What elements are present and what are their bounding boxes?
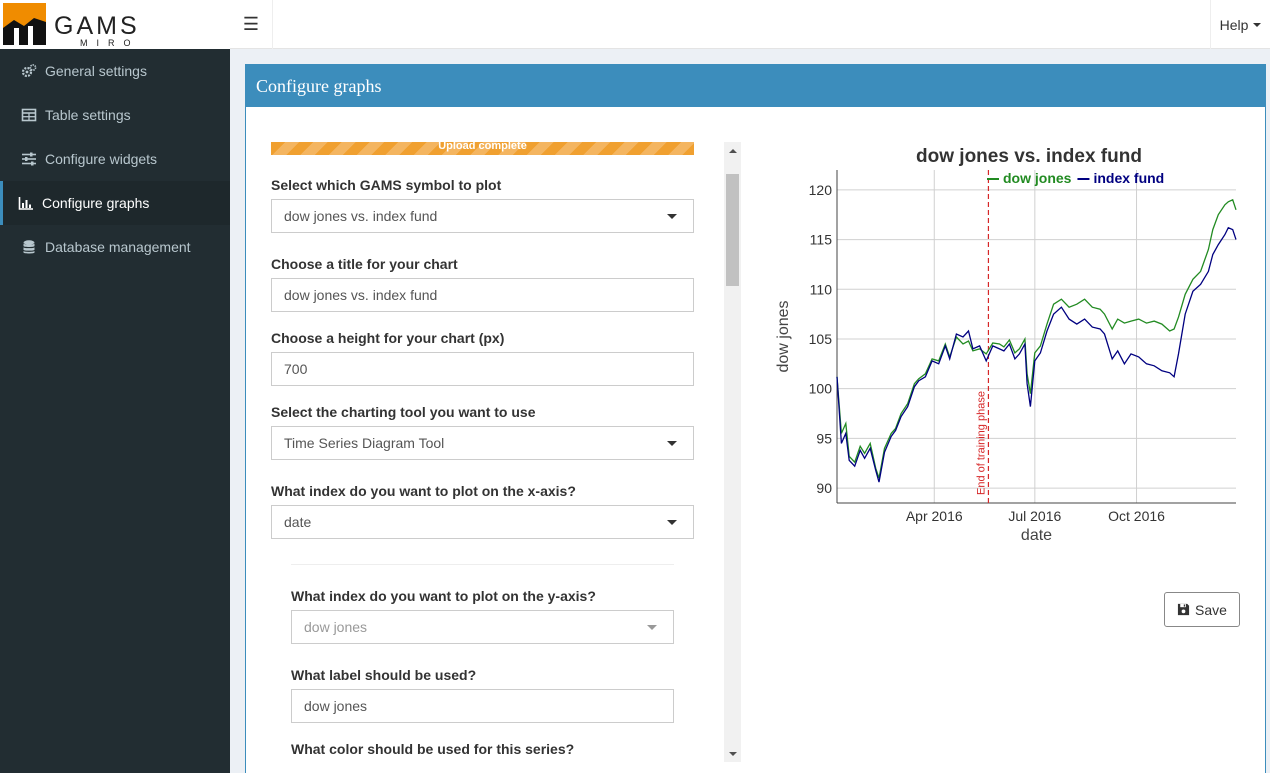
section-divider [291,564,674,565]
help-label: Help [1219,16,1249,33]
x-tick-label: Apr 2016 [906,508,963,524]
configure-graphs-box: Configure graphs Upload complete Select … [245,64,1266,773]
y-tick-label: 95 [816,430,832,446]
form-scrollbar[interactable] [724,142,741,762]
symbol-select[interactable]: dow jones vs. index fund [271,199,694,233]
top-navbar: ☰ Help [230,0,1270,49]
chart-title-input[interactable]: dow jones vs. index fund [271,278,694,312]
floppy-disk-icon [1177,603,1190,616]
series-label-input-value: dow jones [304,698,368,714]
graph-options-form[interactable]: Upload complete Select which GAMS symbol… [271,142,741,762]
y-tick-label: 120 [809,182,833,198]
chart-preview: 90 95 100 105 110 115 120 Apr 2016 Jul 2016 Oct 2… [771,142,1251,562]
chart-title-input-value: dow jones vs. index fund [284,287,438,303]
yaxis-select[interactable]: dow jones [291,610,674,644]
yaxis-label: What index do you want to plot on the y-… [291,588,596,604]
sidebar-item-configure-graphs[interactable]: Configure graphs [0,181,230,225]
charting-tool-select[interactable]: Time Series Diagram Tool [271,426,694,460]
table-icon [21,107,37,123]
sliders-icon [21,151,37,167]
y-tick-label: 100 [809,381,833,397]
upload-progress-bar: Upload complete [271,142,694,155]
help-menu[interactable]: Help [1210,0,1270,49]
charting-tool-label: Select the charting tool you want to use [271,404,536,420]
symbol-label: Select which GAMS symbol to plot [271,177,502,193]
sidebar-item-database-management[interactable]: Database management [0,225,230,269]
symbol-select-value: dow jones vs. index fund [284,208,438,224]
sidebar-item-general-settings[interactable]: General settings [0,49,230,93]
y-tick-label: 110 [810,281,833,297]
x-axis-title: date [1021,527,1052,544]
legend-label-0: dow jones [1003,170,1072,186]
y-tick-label: 90 [816,480,832,496]
sidebar-item-table-settings[interactable]: Table settings [0,93,230,137]
chart-height-input[interactable]: 700 [271,352,694,386]
chart-title: dow jones vs. index fund [916,146,1142,167]
x-tick-label: Jul 2016 [1008,508,1061,524]
save-button-label: Save [1195,601,1227,618]
sidebar: General settings Table settings Configur… [0,49,230,773]
chart-title-label: Choose a title for your chart [271,256,458,272]
chart-height-label: Choose a height for your chart (px) [271,330,505,346]
scroll-up-arrow-icon[interactable] [724,142,741,159]
series-color-label: What color should be used for this serie… [291,741,575,757]
caret-down-icon [667,214,677,219]
series-label-label: What label should be used? [291,667,477,683]
sidebar-item-configure-widgets[interactable]: Configure widgets [0,137,230,181]
upload-status-text: Upload complete [438,142,527,152]
xaxis-select[interactable]: date [271,505,694,539]
caret-down-icon [667,520,677,525]
caret-down-icon [1253,22,1262,27]
chart-height-input-value: 700 [284,361,308,377]
caret-down-icon [647,625,657,630]
y-tick-label: 115 [810,232,833,248]
sidebar-item-label: Table settings [45,107,131,123]
bar-chart-icon [18,195,34,211]
box-title: Configure graphs [246,65,1265,107]
series-label-input[interactable]: dow jones [291,689,674,723]
series-line-1 [836,226,1237,483]
legend-label-1: index fund [1093,170,1164,186]
sidebar-item-label: Configure widgets [45,151,158,167]
caret-down-icon [667,441,677,446]
gears-icon [21,63,37,79]
time-series-chart: 90 95 100 105 110 115 120 Apr 2016 Jul 2016 Oct 2… [775,146,1237,544]
logo-text: GAMS [54,12,140,40]
y-axis-title: dow jones [775,300,792,372]
save-button[interactable]: Save [1164,592,1240,627]
sidebar-item-label: General settings [45,63,147,79]
scroll-down-arrow-icon[interactable] [724,745,741,762]
logo-subtext: MIRO [80,38,140,48]
charting-tool-select-value: Time Series Diagram Tool [284,435,445,451]
sidebar-item-label: Database management [45,239,191,255]
scrollbar-thumb[interactable] [726,174,739,286]
gams-logo-icon: GAMS MIRO [3,3,140,48]
xaxis-select-value: date [284,514,312,530]
yaxis-select-value: dow jones [304,619,368,635]
xaxis-label: What index do you want to plot on the x-… [271,483,576,499]
database-icon [21,239,37,255]
training-end-label: End of training phase [975,391,987,495]
y-tick-label: 105 [809,331,833,347]
x-tick-label: Oct 2016 [1108,508,1165,524]
sidebar-item-label: Configure graphs [42,195,150,211]
logo: GAMS MIRO [0,0,230,49]
hamburger-icon[interactable]: ☰ [230,0,273,49]
